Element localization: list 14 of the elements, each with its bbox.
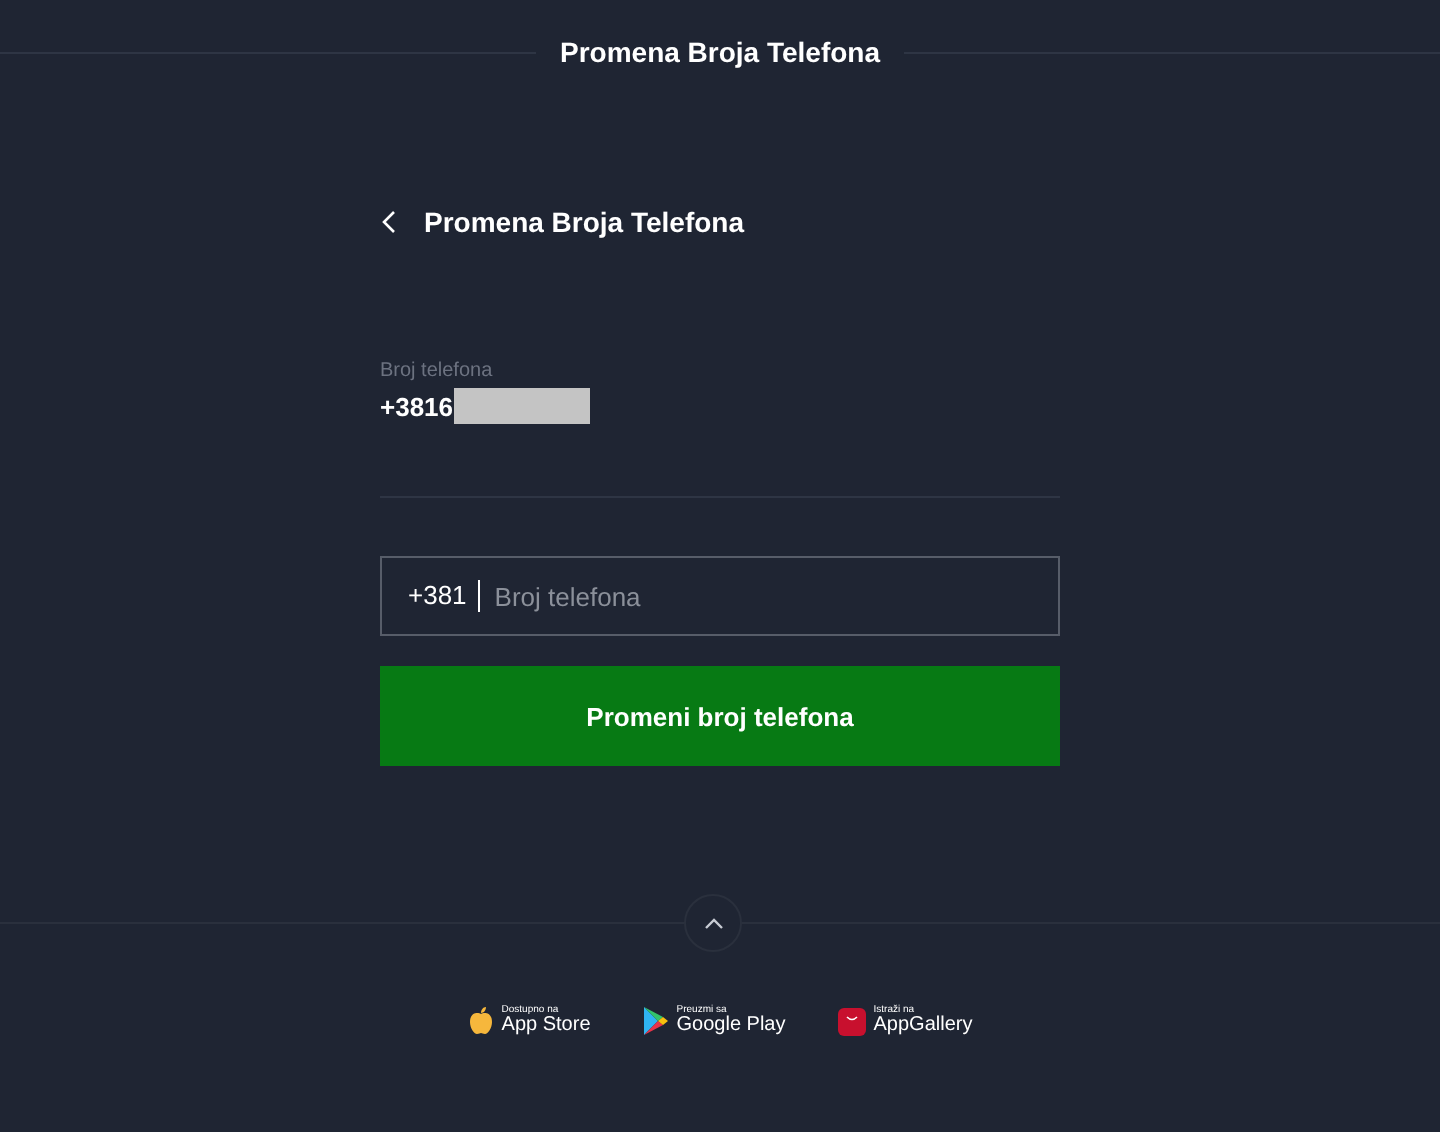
- phone-number: +3816: [380, 391, 454, 421]
- phone-field[interactable]: +381 Broj telefona: [380, 556, 1060, 636]
- back-button[interactable]: [380, 208, 400, 236]
- phone-input-field[interactable]: Broj telefona: [480, 579, 1058, 613]
- appgallery-icon: [837, 1007, 866, 1035]
- chevron-left-icon: [380, 208, 400, 236]
- country-code: +381: [408, 580, 481, 612]
- change-phone-button[interactable]: Promeni broj telefona: [380, 666, 1060, 766]
- chevron-up-icon: [703, 917, 723, 929]
- play-icon: [642, 1006, 669, 1036]
- field-label: Broj telefona: [380, 360, 495, 382]
- page-title: Promena Broja Telefona: [424, 206, 745, 238]
- apple-icon: [467, 1006, 494, 1036]
- page-header-title: Promena Broja Telefona: [560, 36, 881, 68]
